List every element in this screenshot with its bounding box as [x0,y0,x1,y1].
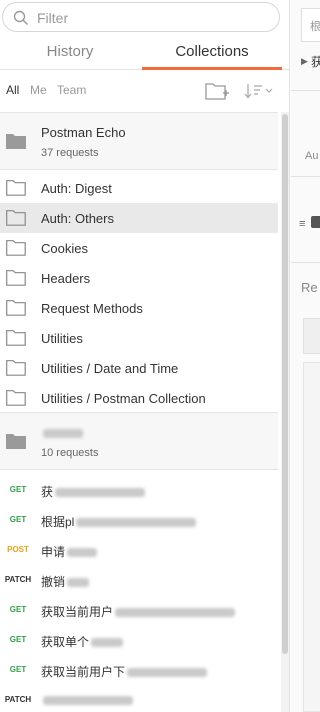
folder-label: Utilities [41,331,83,346]
sort-icon[interactable] [244,82,274,100]
request-name [41,693,133,707]
folder-icon [6,210,26,226]
request-name: 获取单个 [41,633,124,650]
method-badge: POST [7,545,29,554]
folder-icon [6,300,26,316]
method-badge: GET [9,485,27,494]
divider [291,90,320,91]
checkbox[interactable] [311,216,320,228]
method-badge: PATCH [4,695,32,704]
request-name: 获取当前用户 [41,603,236,620]
auth-tab[interactable]: Au [305,150,318,162]
url-input[interactable]: 根 [301,8,320,42]
request-row[interactable]: GET 获 [0,475,278,505]
request-row[interactable]: POST 申请 [0,535,278,565]
collection-count: 10 requests [41,447,99,459]
folder-row[interactable]: Request Methods [0,293,278,323]
folder-row[interactable]: Utilities / Date and Time [0,353,278,383]
collection-header[interactable]: 10 requests [0,412,278,470]
request-name: 根据pl [41,513,197,530]
search-input[interactable] [37,8,267,28]
folder-icon [6,360,26,376]
folder-row[interactable]: Auth: Others [0,203,278,233]
tab-collections[interactable]: Collections [142,36,282,70]
scrollbar[interactable] [281,112,289,712]
tab-bar: History Collections [0,36,289,70]
folder-icon [6,180,26,196]
tab-history[interactable]: History [0,36,140,70]
request-row[interactable]: PATCH [0,685,278,712]
folder-row[interactable]: Utilities / Postman Collection [0,383,278,413]
method-badge: GET [9,515,27,524]
divider [291,262,320,263]
request-row[interactable]: GET 根据pl [0,505,278,535]
folder-row[interactable]: Cookies [0,233,278,263]
folder-icon [6,390,26,406]
folder-row[interactable]: Utilities [0,323,278,353]
request-title: 获 [311,55,320,69]
folder-label: Utilities / Postman Collection [41,391,206,406]
folder-label: Request Methods [41,301,143,316]
folder-icon [6,330,26,346]
response-body [303,362,320,712]
collection-name [41,425,83,440]
method-badge: GET [9,605,27,614]
divider [291,176,320,177]
filter-bar: All Me Team [0,76,289,106]
folder-label: Auth: Others [41,211,114,226]
request-row[interactable]: GET 获取单个 [0,625,278,655]
collection-name: Postman Echo [41,125,126,140]
request-row[interactable]: GET 获取当前用户下 [0,655,278,685]
folder-icon [6,240,26,256]
filter-all[interactable]: All [6,83,19,97]
request-name: 获 [41,483,146,500]
search-icon [13,10,28,25]
new-collection-icon[interactable] [204,80,230,102]
method-badge: GET [9,635,27,644]
request-row[interactable]: PATCH 撤销 [0,565,278,595]
response-label: Re [301,280,318,295]
scrollbar-thumb[interactable] [282,114,288,654]
sidebar: History Collections All Me Team Postman … [0,0,290,712]
method-badge: PATCH [4,575,32,584]
folder-label: Auth: Digest [41,181,112,196]
response-toolbar [303,318,320,354]
request-name: 获取当前用户下 [41,663,208,680]
collection-folder-icon [6,434,26,449]
collection-folder-icon [6,134,26,149]
request-name: 申请 [41,543,98,560]
request-name: 撤销 [41,573,90,590]
method-badge: GET [9,665,27,674]
folder-label: Utilities / Date and Time [41,361,179,376]
folder-row[interactable]: Headers [0,263,278,293]
folder-label: Headers [41,271,91,286]
collection-count: 37 requests [41,147,99,159]
collection-header[interactable]: Postman Echo 37 requests [0,112,278,170]
request-row[interactable]: GET 获取当前用户 [0,595,278,625]
request-panel: 根 ▶ 获 Au ≡ Re [291,0,320,712]
folder-icon [6,270,26,286]
collection-list: Postman Echo 37 requests Auth: Digest Au… [0,112,278,712]
drag-handle-icon[interactable]: ≡ [299,218,305,230]
expand-arrow-icon[interactable]: ▶ [301,56,308,67]
folder-row[interactable]: Auth: Digest [0,173,278,203]
filter-me[interactable]: Me [30,83,47,97]
search-box[interactable] [2,2,280,32]
filter-team[interactable]: Team [57,83,86,97]
folder-label: Cookies [41,241,88,256]
